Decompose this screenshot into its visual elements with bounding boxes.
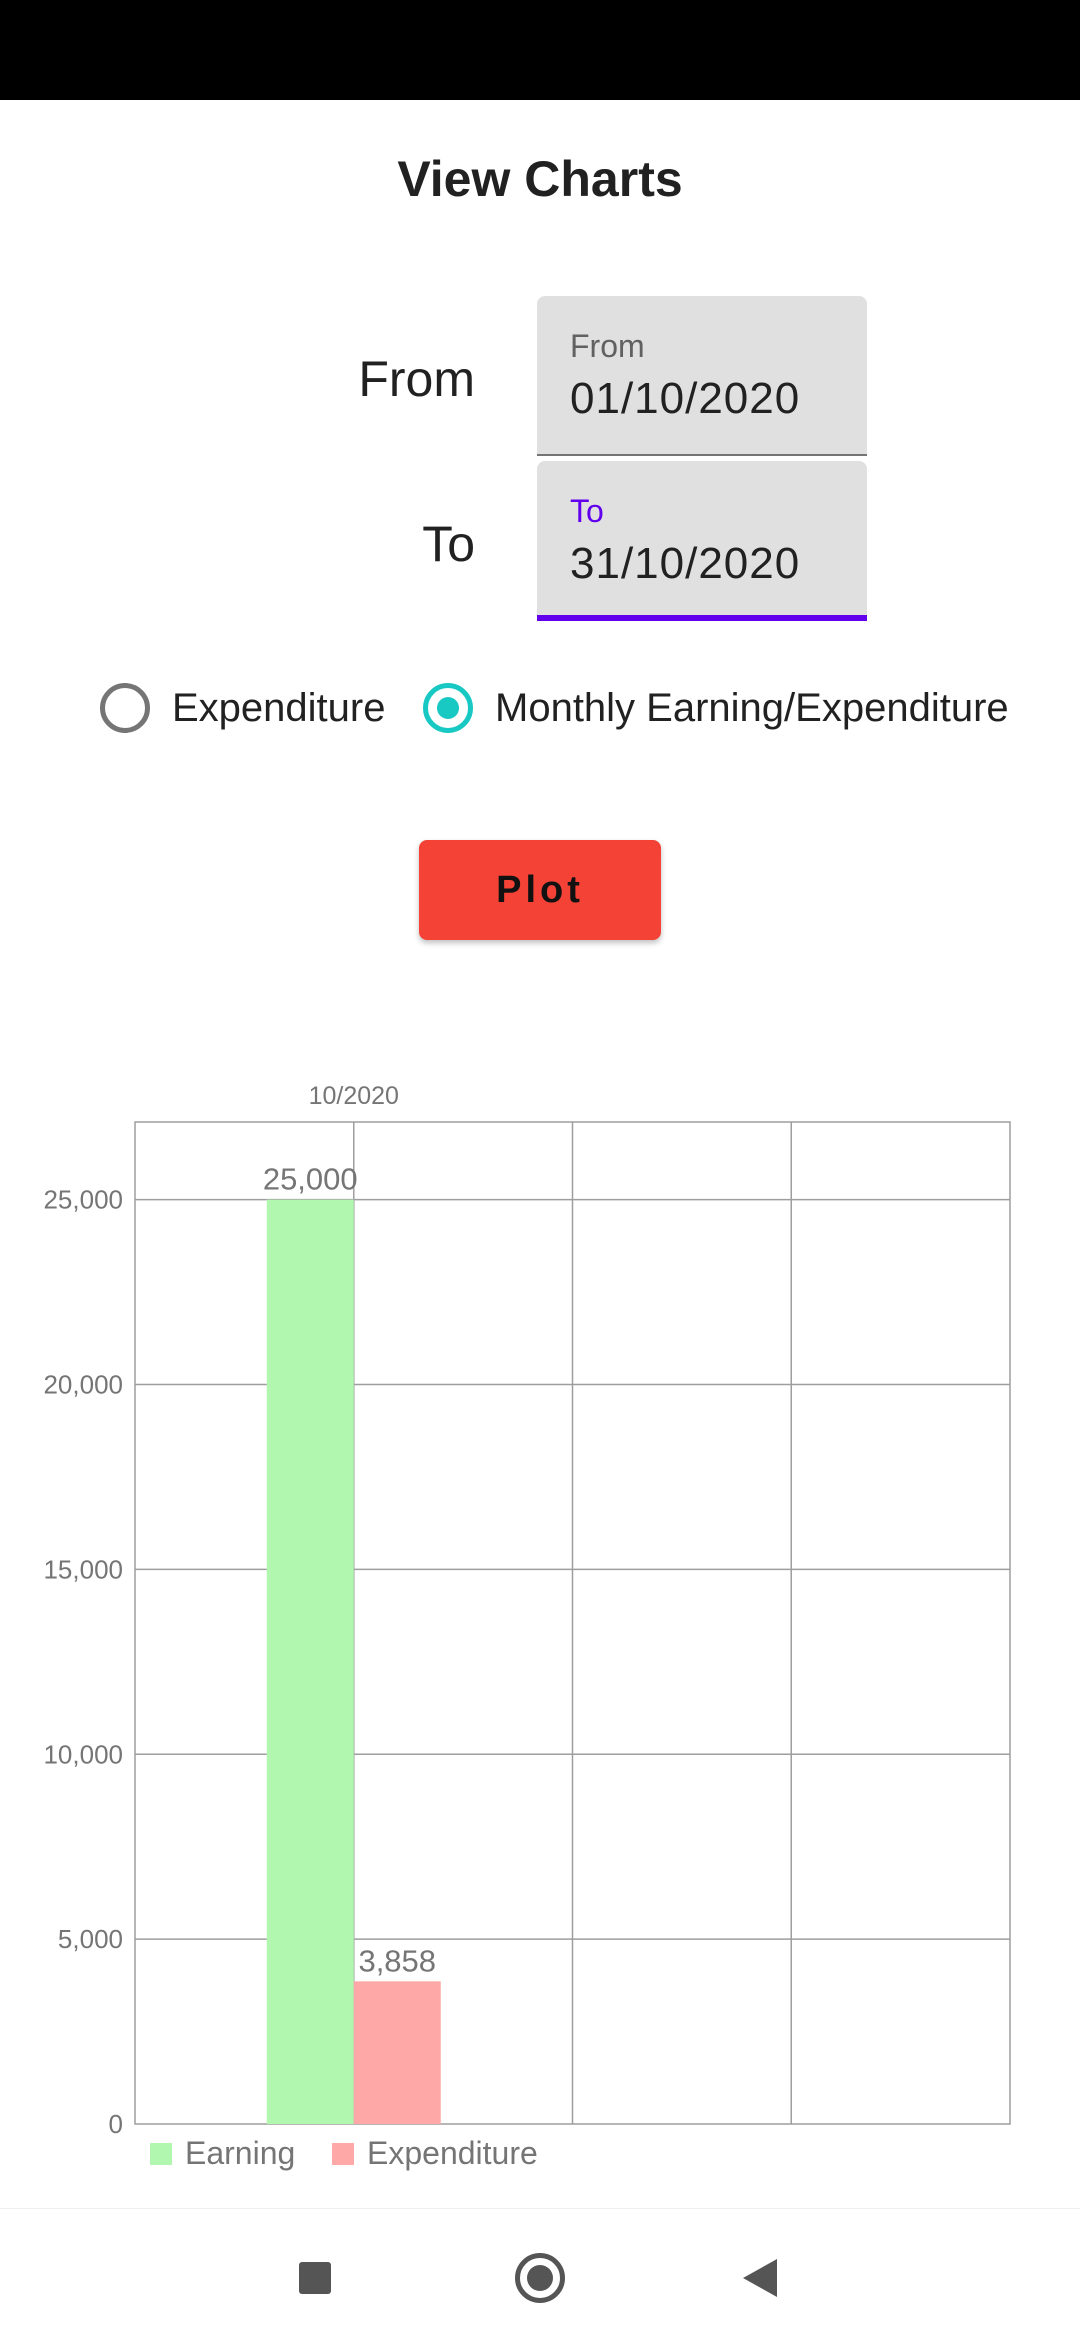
radio-expenditure[interactable]: Expenditure	[100, 678, 385, 738]
y-tick-label: 0	[109, 2109, 123, 2139]
page-title: View Charts	[397, 151, 683, 207]
home-circle-icon[interactable]	[515, 2253, 565, 2303]
recents-square-icon[interactable]	[299, 2262, 331, 2294]
legend-label: Earning	[185, 2135, 295, 2171]
radio-expenditure-label: Expenditure	[172, 685, 386, 730]
bar-earning	[266, 1199, 354, 2124]
legend-swatch	[332, 2143, 354, 2165]
radio-monthly-earning-expenditure[interactable]: Monthly Earning/Expenditure	[423, 678, 1009, 738]
status-bar	[0, 0, 1080, 100]
y-tick-label: 5,000	[58, 1924, 123, 1954]
y-tick-label: 25,000	[43, 1185, 123, 1215]
from-label: From	[358, 351, 475, 407]
bar-expenditure	[353, 1981, 441, 2124]
category-label: 10/2020	[309, 1082, 399, 1110]
y-tick-label: 10,000	[43, 1739, 123, 1769]
to-label: To	[422, 516, 475, 572]
navigation-bar	[0, 2208, 1080, 2340]
from-date-field[interactable]: From 01/10/2020	[537, 296, 867, 456]
data-label: 25,000	[263, 1162, 358, 1197]
radio-monthly-label: Monthly Earning/Expenditure	[495, 685, 1009, 730]
back-triangle-icon[interactable]	[743, 2259, 777, 2297]
from-date-value: 01/10/2020	[570, 374, 801, 423]
to-field-hint: To	[570, 493, 604, 529]
y-tick-label: 20,000	[43, 1370, 123, 1400]
bar-chart: 0 5,000 10,000 15,000 20,000 25,000 25,000 3,85…	[43, 1082, 1011, 2171]
legend-label: Expenditure	[367, 2135, 538, 2171]
radio-checked-icon	[423, 683, 473, 733]
legend-swatch	[150, 2143, 172, 2165]
y-tick-label: 15,000	[43, 1554, 123, 1584]
data-label: 3,858	[358, 1943, 436, 1978]
radio-unchecked-icon	[100, 683, 150, 733]
from-field-hint: From	[570, 328, 645, 364]
plot-button[interactable]: Plot	[419, 840, 661, 940]
to-date-field[interactable]: To 31/10/2020	[537, 461, 867, 621]
to-date-value: 31/10/2020	[570, 539, 801, 588]
